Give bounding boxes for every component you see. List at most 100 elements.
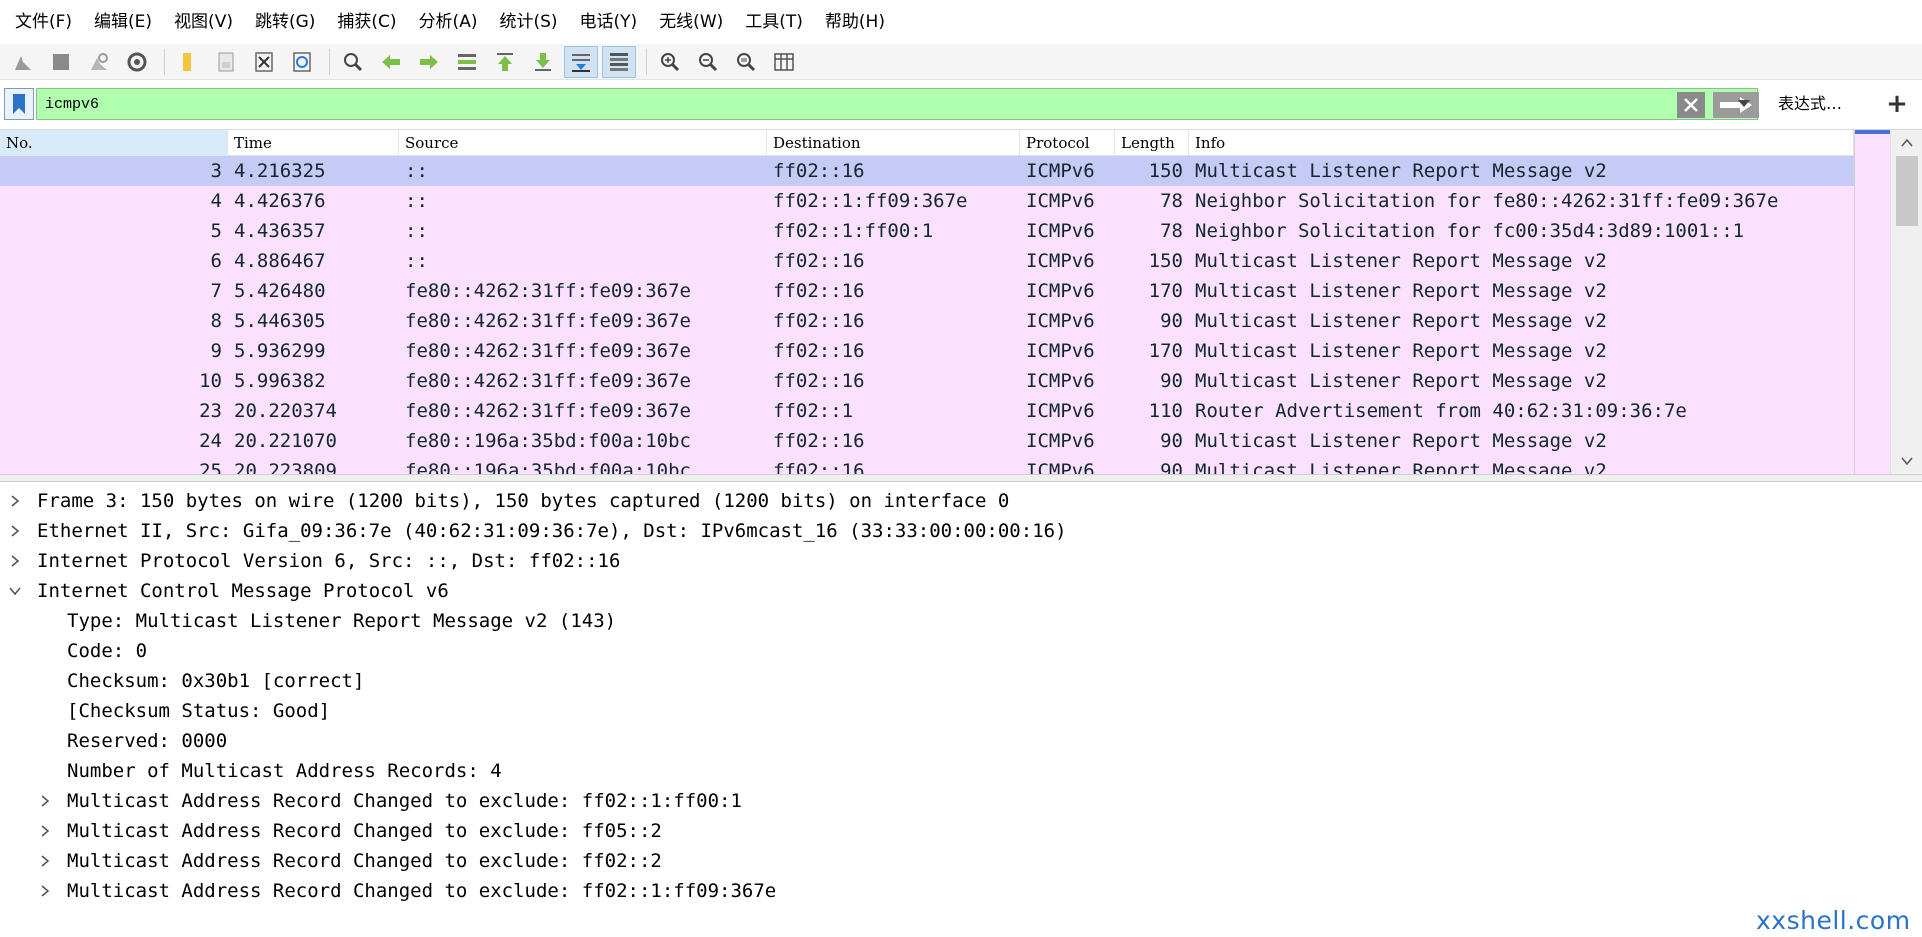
packet-row[interactable]: 8 5.446305 fe80::4262:31ff:fe09:367e ff02::… xyxy=(0,306,1854,336)
menu-analyze[interactable]: 分析(A) xyxy=(412,0,493,44)
zoom-in-button[interactable] xyxy=(653,46,687,78)
packet-row[interactable]: 3 4.216325:: ff02::16 ICMPv6 150 Multicast Li… xyxy=(0,156,1854,186)
go-to-packet-button[interactable] xyxy=(450,46,484,78)
restart-capture-icon xyxy=(91,52,108,70)
auto-scroll-button[interactable] xyxy=(564,45,598,78)
column-header-length[interactable]: Length xyxy=(1115,130,1189,156)
packet-row[interactable]: 23 20.220374 fe80::4262:31ff:fe09:367e ff02… xyxy=(0,396,1854,426)
packet-list-scrollbar[interactable] xyxy=(1890,130,1922,474)
menu-edit[interactable]: 编辑(E) xyxy=(87,0,167,44)
display-filter-input[interactable] xyxy=(37,89,1637,119)
find-packet-button[interactable] xyxy=(336,46,370,78)
details-tree-item[interactable]: Type: Multicast Listener Report Message … xyxy=(0,606,1922,636)
packet-row[interactable]: 25 20.223809 fe80::196a:35bd:f00a:10bc ff02… xyxy=(0,456,1854,474)
reload-file-button[interactable] xyxy=(285,46,319,78)
chevron-right-icon[interactable] xyxy=(35,876,55,906)
column-header-time[interactable]: Time xyxy=(228,130,399,156)
column-header-source[interactable]: Source xyxy=(399,130,767,156)
add-filter-button[interactable]: + xyxy=(1880,88,1914,120)
chevron-right-icon[interactable] xyxy=(5,486,25,516)
column-header-no[interactable]: No. xyxy=(0,130,228,156)
packet-row[interactable]: 9 5.936299 fe80::4262:31ff:fe09:367e ff02::… xyxy=(0,336,1854,366)
normal-size-button[interactable] xyxy=(729,46,763,78)
cell-no: 7 xyxy=(210,280,222,302)
menu-help[interactable]: 帮助(H) xyxy=(818,0,900,44)
packet-minimap[interactable] xyxy=(1854,130,1891,474)
cell-info: Router Advertisement from 40:62:31:09:36… xyxy=(1195,400,1687,422)
zoom-out-button[interactable] xyxy=(691,46,725,78)
details-tree-item[interactable]: Frame 3: 150 bytes on wire (1200 bits), … xyxy=(0,486,1922,516)
column-header-info[interactable]: Info xyxy=(1189,130,1854,156)
close-file-button[interactable] xyxy=(247,46,281,78)
menu-statistics[interactable]: 统计(S) xyxy=(492,0,572,44)
details-tree-item[interactable]: Code: 0 xyxy=(0,636,1922,666)
packet-row[interactable]: 4 4.426376:: ff02::1:ff09:367e ICMPv6 78 Neig… xyxy=(0,186,1854,216)
packet-list: No. Time Source Destination Protocol Len… xyxy=(0,129,1922,474)
start-capture-button[interactable] xyxy=(6,46,40,78)
menu-view[interactable]: 视图(V) xyxy=(167,0,248,44)
details-tree-item[interactable]: Multicast Address Record Changed to excl… xyxy=(0,816,1922,846)
go-forward-button[interactable] xyxy=(412,46,446,78)
pane-splitter[interactable] xyxy=(0,474,1922,482)
details-tree-label: [Checksum Status: Good] xyxy=(67,700,331,722)
resize-columns-button[interactable] xyxy=(767,46,801,78)
open-file-button[interactable] xyxy=(171,46,205,78)
details-tree-item[interactable]: Checksum: 0x30b1 [correct] xyxy=(0,666,1922,696)
stop-capture-button[interactable] xyxy=(44,46,78,78)
menu-tools[interactable]: 工具(T) xyxy=(738,0,818,44)
menu-telephony[interactable]: 电话(Y) xyxy=(573,0,653,44)
chevron-right-icon[interactable] xyxy=(35,846,55,876)
scroll-down-button[interactable] xyxy=(1891,450,1922,472)
go-last-packet-button[interactable] xyxy=(526,46,560,78)
menu-go[interactable]: 跳转(G) xyxy=(248,0,330,44)
capture-options-button[interactable] xyxy=(120,46,154,78)
scroll-thumb[interactable] xyxy=(1896,156,1918,226)
chevron-right-icon[interactable] xyxy=(35,816,55,846)
details-tree-label: Code: 0 xyxy=(67,640,148,662)
details-tree-item[interactable]: Reserved: 0000 xyxy=(0,726,1922,756)
menu-wireless[interactable]: 无线(W) xyxy=(652,0,738,44)
go-back-icon xyxy=(382,54,400,69)
packet-row[interactable]: 7 5.426480 fe80::4262:31ff:fe09:367e ff02::… xyxy=(0,276,1854,306)
chevron-right-icon[interactable] xyxy=(5,516,25,546)
restart-capture-button[interactable] xyxy=(82,46,116,78)
menu-file[interactable]: 文件(F) xyxy=(8,0,87,44)
details-tree-label: Multicast Address Record Changed to excl… xyxy=(67,850,662,872)
scroll-up-button[interactable] xyxy=(1891,132,1922,154)
colorize-icon xyxy=(610,52,628,71)
cell-source: fe80::4262:31ff:fe09:367e xyxy=(405,340,691,362)
packet-row[interactable]: 24 20.221070 fe80::196a:35bd:f00a:10bc ff02… xyxy=(0,426,1854,456)
filter-bookmark-button[interactable] xyxy=(4,88,34,120)
menu-capture[interactable]: 捕获(C) xyxy=(330,0,411,44)
details-tree-label: Number of Multicast Address Records: 4 xyxy=(67,760,502,782)
packet-row[interactable]: 5 4.436357:: ff02::1:ff00:1 ICMPv6 78 Neighbo… xyxy=(0,216,1854,246)
column-header-destination[interactable]: Destination xyxy=(767,130,1020,156)
filter-history-dropdown[interactable] xyxy=(1728,88,1760,120)
colorize-button[interactable] xyxy=(602,45,636,78)
column-header-protocol[interactable]: Protocol xyxy=(1020,130,1115,156)
go-first-packet-button[interactable] xyxy=(488,46,522,78)
details-tree-item[interactable]: Internet Protocol Version 6, Src: ::, Ds… xyxy=(0,546,1922,576)
cell-destination: ff02::1:ff00:1 xyxy=(773,220,934,242)
details-tree-item[interactable]: Number of Multicast Address Records: 4 xyxy=(0,756,1922,786)
packet-row[interactable]: 10 5.996382 fe80::4262:31ff:fe09:367e ff02:… xyxy=(0,366,1854,396)
details-tree-item[interactable]: [Checksum Status: Good] xyxy=(0,696,1922,726)
go-back-button[interactable] xyxy=(374,46,408,78)
chevron-down-icon[interactable] xyxy=(5,576,25,606)
details-tree-item[interactable]: Multicast Address Record Changed to excl… xyxy=(0,786,1922,816)
details-tree-item[interactable]: Ethernet II, Src: Gifa_09:36:7e (40:62:3… xyxy=(0,516,1922,546)
cell-length: 90 xyxy=(1160,460,1183,474)
chevron-right-icon[interactable] xyxy=(5,546,25,576)
toolbar-separator xyxy=(164,48,165,75)
details-tree-item[interactable]: Internet Control Message Protocol v6 xyxy=(0,576,1922,606)
cell-destination: ff02::1:ff09:367e xyxy=(773,190,968,212)
save-file-button[interactable] xyxy=(209,46,243,78)
reload-file-icon xyxy=(293,51,311,72)
expression-button[interactable]: 表达式… xyxy=(1770,88,1850,120)
packet-row[interactable]: 6 4.886467:: ff02::16 ICMPv6 150 Multicast Li… xyxy=(0,246,1854,276)
details-tree-item[interactable]: Multicast Address Record Changed to excl… xyxy=(0,876,1922,906)
chevron-right-icon[interactable] xyxy=(35,786,55,816)
clear-filter-button[interactable] xyxy=(1677,92,1705,118)
details-tree-item[interactable]: Multicast Address Record Changed to excl… xyxy=(0,846,1922,876)
open-file-icon xyxy=(183,52,191,71)
